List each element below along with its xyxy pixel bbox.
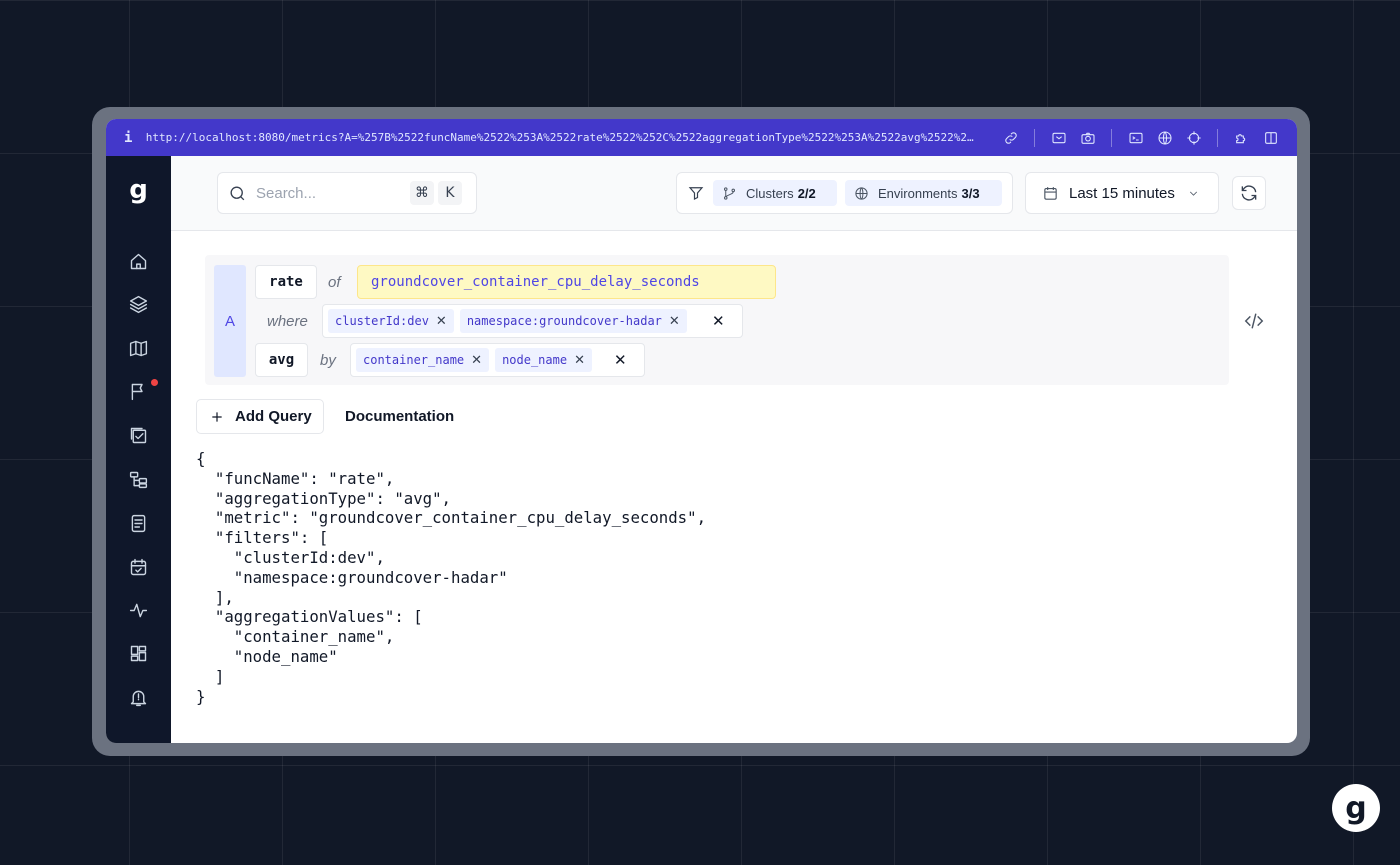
metric-input[interactable]: groundcover_container_cpu_delay_seconds xyxy=(357,265,776,299)
globe-icon[interactable] xyxy=(1150,128,1179,148)
plus-icon xyxy=(212,411,222,422)
shortcut-key: K xyxy=(438,181,462,205)
search-placeholder: Search... xyxy=(256,184,317,202)
map-icon[interactable] xyxy=(125,335,151,361)
calendar-icon xyxy=(1044,186,1057,200)
of-keyword: of xyxy=(328,274,341,291)
tool-divider xyxy=(1111,128,1112,147)
url-bar: i http://localhost:8080/metrics?A=%257B%… xyxy=(106,119,1297,156)
time-range-label: Last 15 minutes xyxy=(1069,184,1175,202)
chevron-down-icon xyxy=(1189,191,1198,196)
remove-tag-icon[interactable]: ✕ xyxy=(574,353,585,368)
clusters-filter[interactable]: Clusters 2/2 xyxy=(713,180,837,206)
activity-icon[interactable] xyxy=(125,597,151,623)
checklist-icon[interactable] xyxy=(125,422,151,448)
scope-filters: Clusters 2/2 Environments 3/3 xyxy=(676,172,1013,214)
split-view-icon[interactable] xyxy=(1256,128,1285,148)
environments-value: 3/3 xyxy=(961,185,980,201)
tool-divider xyxy=(1034,128,1035,147)
remove-tag-icon[interactable]: ✕ xyxy=(669,314,680,329)
aggregation-select[interactable]: avg xyxy=(255,343,308,377)
query-json-preview: { "funcName": "rate", "aggregationType":… xyxy=(196,449,707,706)
refresh-icon xyxy=(1241,185,1257,201)
clear-filters-icon[interactable]: ✕ xyxy=(712,312,725,330)
by-keyword: by xyxy=(320,352,336,369)
group-by-tag-label: container_name xyxy=(363,353,465,367)
layers-icon[interactable] xyxy=(125,291,151,317)
group-by-tag: container_name ✕ xyxy=(356,348,490,372)
alert-bell-icon[interactable] xyxy=(125,684,151,710)
filter-tag-label: clusterId:dev xyxy=(335,314,429,328)
url-text[interactable]: http://localhost:8080/metrics?A=%257B%25… xyxy=(146,131,980,144)
time-range-select[interactable]: Last 15 minutes xyxy=(1025,172,1219,214)
globe-icon xyxy=(855,186,868,200)
camera-icon[interactable] xyxy=(1073,128,1102,148)
query-builder: A rate of groundcover_container_cpu_dela… xyxy=(205,255,1229,385)
add-query-button[interactable]: Add Query xyxy=(196,399,324,434)
remove-tag-icon[interactable]: ✕ xyxy=(471,353,482,368)
calendar-check-icon[interactable] xyxy=(125,554,151,580)
tool-divider xyxy=(1217,128,1218,147)
remove-tag-icon[interactable]: ✕ xyxy=(436,314,447,329)
link-icon[interactable] xyxy=(996,128,1025,148)
environments-filter[interactable]: Environments 3/3 xyxy=(845,180,1002,206)
brand-logo[interactable]: g xyxy=(106,174,171,206)
query-letter[interactable]: A xyxy=(214,265,246,377)
flag-icon[interactable] xyxy=(125,378,158,404)
shortcut-mod-key: ⌘ xyxy=(410,181,434,205)
screen-icon[interactable] xyxy=(1044,128,1073,148)
where-keyword: where xyxy=(267,313,308,330)
notification-badge xyxy=(151,379,158,386)
documentation-link[interactable]: Documentation xyxy=(345,408,454,425)
add-query-label: Add Query xyxy=(235,408,312,425)
clear-group-by-icon[interactable]: ✕ xyxy=(614,351,627,369)
group-by-input[interactable]: container_name ✕ node_name ✕ xyxy=(350,343,645,377)
dashboard-icon[interactable] xyxy=(125,640,151,666)
crosshair-icon[interactable] xyxy=(1179,128,1208,148)
info-icon[interactable]: i xyxy=(124,130,146,146)
function-select[interactable]: rate xyxy=(255,265,317,299)
search-icon xyxy=(230,185,245,200)
clusters-label: Clusters xyxy=(746,185,794,201)
document-icon[interactable] xyxy=(125,510,151,536)
browser-tools xyxy=(996,128,1285,148)
filter-icon[interactable] xyxy=(687,184,705,202)
code-view-icon[interactable] xyxy=(1243,310,1265,332)
clusters-value: 2/2 xyxy=(797,185,816,201)
group-by-tag-label: node_name xyxy=(502,353,568,367)
brand-fab-button[interactable]: g xyxy=(1332,784,1380,832)
filters-input[interactable]: clusterId:dev ✕ namespace:groundcover-ha… xyxy=(322,304,743,338)
branch-icon xyxy=(724,186,735,200)
environments-label: Environments xyxy=(878,185,958,201)
workflow-icon[interactable] xyxy=(125,466,151,492)
home-icon[interactable] xyxy=(125,248,151,274)
filter-tag: namespace:groundcover-hadar ✕ xyxy=(459,309,687,333)
terminal-icon[interactable] xyxy=(1121,128,1150,148)
top-bar: Search... ⌘ K Clusters 2/2 Environments … xyxy=(171,156,1297,231)
filter-tag-label: namespace:groundcover-hadar xyxy=(466,314,662,328)
group-by-tag: node_name ✕ xyxy=(495,348,592,372)
extension-icon[interactable] xyxy=(1227,128,1256,148)
search-input[interactable]: Search... ⌘ K xyxy=(217,172,477,214)
browser-window: i http://localhost:8080/metrics?A=%257B%… xyxy=(106,119,1297,743)
filter-tag: clusterId:dev ✕ xyxy=(328,309,454,333)
sidebar: g xyxy=(106,156,171,743)
refresh-button[interactable] xyxy=(1232,176,1266,210)
